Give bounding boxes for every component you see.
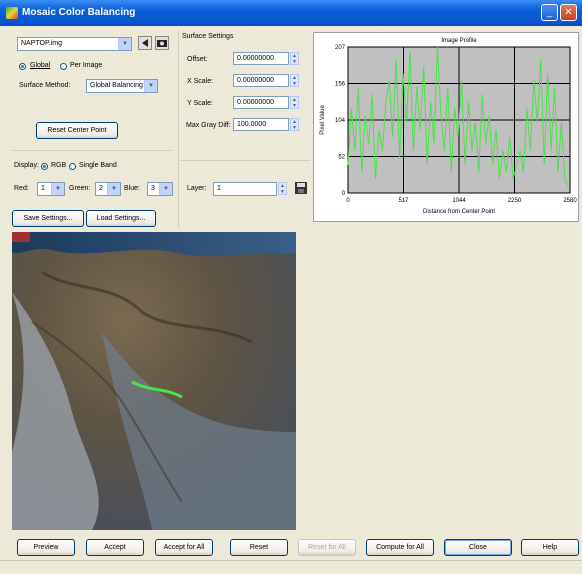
y-scale-label: Y Scale: <box>187 100 213 107</box>
display-rgb-radio[interactable] <box>41 163 48 170</box>
layer-label: Layer: <box>187 185 207 192</box>
offset-value: 0.00000000 <box>237 55 274 62</box>
x-tick-label: 517 <box>398 198 409 204</box>
file-combo-value: NAPTOP.img <box>21 40 62 47</box>
layer-spinner[interactable]: ▲ ▼ <box>278 182 287 195</box>
max-gray-diff-field[interactable]: 100.0000 <box>233 118 289 131</box>
layer-combo[interactable]: 1 <box>213 182 277 196</box>
x-axis-label: Distance from Center Point <box>423 209 495 215</box>
title-bar[interactable]: Mosaic Color Balancing _ ✕ <box>0 0 582 26</box>
load-settings-button[interactable]: Load Settings... <box>86 210 156 227</box>
image-profile-chart: 0 517 1044 2250 2580 0 52 104 156 207 Image Profil… <box>313 32 579 222</box>
mosaic-image-view[interactable] <box>12 232 296 530</box>
chevron-down-icon[interactable]: ▼ <box>107 183 120 195</box>
surface-method-value: Global Balancing <box>90 82 143 89</box>
chevron-down-icon[interactable]: ▼ <box>118 38 131 50</box>
app-icon <box>6 7 18 19</box>
y-scale-field[interactable]: 0.00000000 <box>233 96 289 109</box>
divider <box>178 30 179 228</box>
scope-per-image-label: Per Image <box>70 62 103 69</box>
surface-settings-title: Surface Settings <box>182 33 234 40</box>
offset-label: Offset: <box>187 56 208 63</box>
accept-for-all-button[interactable]: Accept for All <box>155 539 213 556</box>
satellite-image <box>12 232 296 530</box>
y-axis-label: Pixel Value <box>320 105 326 135</box>
surface-method-combo[interactable]: Global Balancing ▼ <box>86 79 158 93</box>
green-band-value: 2 <box>99 185 103 192</box>
blue-label: Blue: <box>124 185 140 192</box>
max-gray-diff-spinner[interactable]: ▲ ▼ <box>290 118 299 131</box>
chevron-down-icon[interactable]: ▼ <box>159 183 172 195</box>
window-title: Mosaic Color Balancing <box>22 7 136 18</box>
offset-spinner[interactable]: ▲ ▼ <box>290 52 299 65</box>
minimize-button[interactable]: _ <box>541 4 558 21</box>
x-scale-label: X Scale: <box>187 78 214 85</box>
y-tick-label: 156 <box>335 82 346 88</box>
layer-value: 1 <box>217 185 221 192</box>
display-rgb-label: RGB <box>51 162 67 169</box>
reset-center-point-button[interactable]: Reset Center Point <box>36 122 118 139</box>
y-tick-label: 104 <box>335 118 346 124</box>
scope-per-image-radio[interactable] <box>60 63 67 70</box>
x-scale-field[interactable]: 0.00000000 <box>233 74 289 87</box>
blue-band-combo[interactable]: 3 ▼ <box>147 182 173 196</box>
scope-global-radio[interactable] <box>19 63 26 70</box>
y-scale-value: 0.00000000 <box>237 99 274 106</box>
reset-for-all-button[interactable]: Reset for All <box>298 539 356 556</box>
camera-icon[interactable] <box>155 36 169 50</box>
x-scale-spinner[interactable]: ▲ ▼ <box>290 74 299 87</box>
chart-svg: 0 517 1044 2250 2580 0 52 104 156 207 Image Profil… <box>320 38 577 215</box>
y-scale-spinner[interactable]: ▲ ▼ <box>290 96 299 109</box>
red-label: Red: <box>14 185 29 192</box>
max-gray-diff-value: 100.0000 <box>237 121 267 128</box>
main-window: Mosaic Color Balancing _ ✕ NAPTOP.img ▼ … <box>0 0 582 573</box>
divider <box>12 150 172 151</box>
compute-for-all-button[interactable]: Compute for All <box>366 539 434 556</box>
help-button[interactable]: Help <box>521 539 579 556</box>
save-settings-button[interactable]: Save Settings... <box>12 210 84 227</box>
blue-band-value: 3 <box>151 185 155 192</box>
previous-icon[interactable] <box>138 36 152 50</box>
x-tick-label: 2580 <box>563 198 577 204</box>
offset-field[interactable]: 0.00000000 <box>233 52 289 65</box>
chart-title: Image Profile <box>441 38 477 44</box>
display-label: Display: <box>14 162 39 169</box>
scope-global-label: Global <box>30 62 51 69</box>
x-scale-value: 0.00000000 <box>237 77 274 84</box>
file-combo[interactable]: NAPTOP.img ▼ <box>17 37 132 51</box>
chevron-down-icon[interactable]: ▼ <box>144 80 157 92</box>
preview-button[interactable]: Preview <box>17 539 75 556</box>
y-tick-label: 0 <box>342 191 346 197</box>
red-band-combo[interactable]: 1 ▼ <box>37 182 65 196</box>
x-tick-label: 1044 <box>452 198 466 204</box>
save-icon[interactable] <box>294 181 308 195</box>
max-gray-diff-label: Max Gray Diff: <box>186 122 231 129</box>
close-button[interactable]: Close <box>444 539 512 556</box>
reset-button[interactable]: Reset <box>230 539 288 556</box>
divider <box>180 160 310 161</box>
accept-button[interactable]: Accept <box>86 539 144 556</box>
green-label: Green: <box>69 185 91 192</box>
x-tick-label: 2250 <box>508 198 522 204</box>
status-bar <box>0 560 582 574</box>
green-band-combo[interactable]: 2 ▼ <box>95 182 121 196</box>
y-tick-label: 207 <box>335 45 346 51</box>
y-tick-label: 52 <box>338 155 345 161</box>
display-single-band-label: Single Band <box>79 162 117 169</box>
close-window-button[interactable]: ✕ <box>560 4 577 21</box>
red-band-value: 1 <box>41 185 45 192</box>
surface-method-label: Surface Method: <box>19 82 71 89</box>
x-tick-label: 0 <box>346 198 350 204</box>
display-single-band-radio[interactable] <box>69 163 76 170</box>
chevron-down-icon[interactable]: ▼ <box>51 183 64 195</box>
